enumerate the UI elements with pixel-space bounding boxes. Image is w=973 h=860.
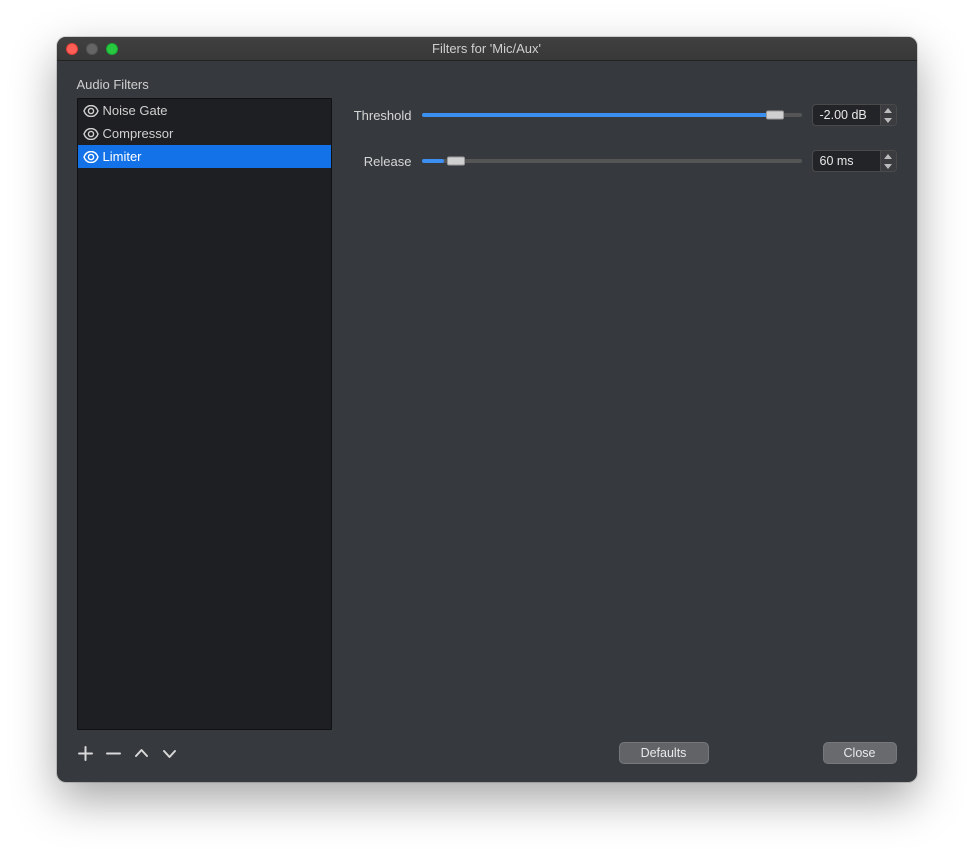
threshold-spinbox[interactable]: -2.00 dB [812,104,897,126]
release-row: Release 60 ms [348,150,897,172]
threshold-slider[interactable] [422,105,802,125]
filter-item-noise-gate[interactable]: Noise Gate [78,99,331,122]
filter-item-limiter[interactable]: Limiter [78,145,331,168]
minimize-window-button [86,43,98,55]
window-title: Filters for 'Mic/Aux' [57,41,917,56]
filter-list-empty-area[interactable] [78,168,331,729]
filter-list[interactable]: Noise Gate Compressor [77,98,332,730]
filter-item-label: Compressor [103,126,174,141]
remove-filter-button[interactable] [105,744,123,762]
add-filter-button[interactable] [77,744,95,762]
threshold-label: Threshold [348,108,412,123]
main-area: Noise Gate Compressor [77,98,897,730]
release-label: Release [348,154,412,169]
filter-list-tools [77,744,179,762]
plus-icon [78,746,93,761]
bottom-bar: Defaults Close [77,742,897,764]
zoom-window-button[interactable] [106,43,118,55]
minus-icon [106,746,121,761]
eye-icon[interactable] [83,149,99,165]
content-area: Audio Filters Noise Gate [57,61,917,782]
close-window-button[interactable] [66,43,78,55]
slider-thumb[interactable] [766,111,784,120]
eye-icon[interactable] [83,126,99,142]
spin-down-icon[interactable] [881,115,896,125]
move-filter-down-button[interactable] [161,744,179,762]
traffic-lights [66,43,118,55]
release-spinbox[interactable]: 60 ms [812,150,897,172]
close-button[interactable]: Close [823,742,897,764]
defaults-button[interactable]: Defaults [619,742,709,764]
chevron-up-icon [134,746,149,761]
filters-window: Filters for 'Mic/Aux' Audio Filters Nois… [57,37,917,782]
threshold-row: Threshold -2.00 dB [348,104,897,126]
threshold-value[interactable]: -2.00 dB [813,105,880,125]
release-value[interactable]: 60 ms [813,151,880,171]
filter-item-label: Limiter [103,149,142,164]
chevron-down-icon [162,746,177,761]
move-filter-up-button[interactable] [133,744,151,762]
spin-down-icon[interactable] [881,161,896,171]
release-slider[interactable] [422,151,802,171]
audio-filters-label: Audio Filters [77,77,897,92]
spin-up-icon[interactable] [881,105,896,115]
spin-up-icon[interactable] [881,151,896,161]
filter-properties-panel: Threshold -2.00 dB [348,98,897,730]
eye-icon[interactable] [83,103,99,119]
filter-item-compressor[interactable]: Compressor [78,122,331,145]
titlebar[interactable]: Filters for 'Mic/Aux' [57,37,917,61]
filter-item-label: Noise Gate [103,103,168,118]
slider-thumb[interactable] [447,157,465,166]
